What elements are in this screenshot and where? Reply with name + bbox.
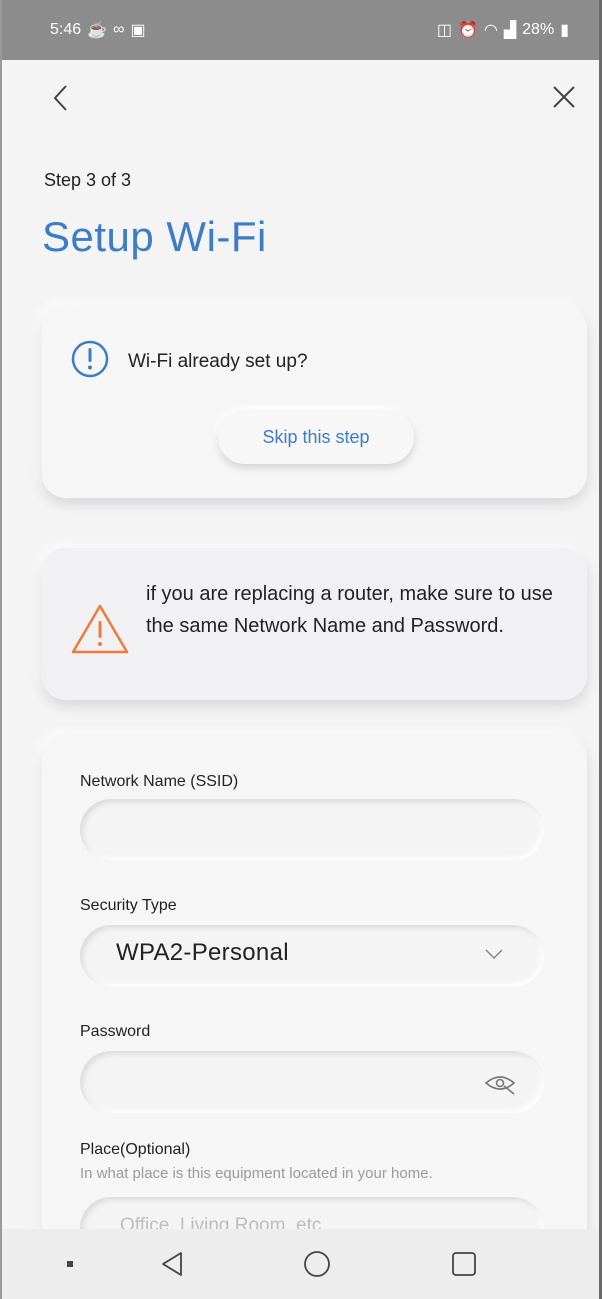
signal-icon: ▟ bbox=[503, 22, 517, 39]
eye-hidden-icon[interactable] bbox=[484, 1073, 516, 1095]
password-input[interactable] bbox=[80, 1051, 544, 1113]
security-type-value: WPA2-Personal bbox=[116, 939, 289, 966]
security-type-label: Security Type bbox=[80, 897, 177, 914]
battery-icon: ▮ bbox=[560, 22, 569, 39]
ssid-input[interactable] bbox=[80, 799, 544, 861]
page-title: Setup Wi-Fi bbox=[42, 213, 267, 260]
status-time: 5:46 bbox=[50, 21, 82, 38]
router-warning-text: if you are replacing a router, make sure… bbox=[146, 583, 553, 637]
security-type-select[interactable]: WPA2-Personal bbox=[80, 925, 544, 987]
system-nav-bar bbox=[2, 1229, 599, 1299]
router-warning-card: if you are replacing a router, make sure… bbox=[42, 548, 587, 700]
password-label: Password bbox=[80, 1023, 151, 1040]
info-icon bbox=[70, 339, 110, 379]
wifi-setup-info-card: Wi-Fi already set up? Skip this step bbox=[42, 305, 587, 498]
status-bar: 5:46 ☕ ∞ ▣ ◫ ⏰ ◠ ▟ 28% ▮ bbox=[2, 0, 599, 60]
voicemail-icon: ∞ bbox=[113, 21, 125, 38]
nav-menu-dot bbox=[60, 1229, 80, 1299]
notification-icon: ☕ bbox=[87, 22, 108, 39]
chevron-down-icon bbox=[484, 947, 504, 961]
place-hint: In what place is this equipment located … bbox=[80, 1165, 433, 1182]
back-arrow-icon[interactable] bbox=[46, 78, 76, 118]
ssid-label: Network Name (SSID) bbox=[80, 773, 239, 790]
alarm-icon: ⏰ bbox=[457, 22, 478, 39]
skip-step-button[interactable]: Skip this step bbox=[218, 410, 414, 464]
vibrate-icon: ◫ bbox=[436, 22, 452, 39]
wifi-icon: ◠ bbox=[483, 22, 498, 39]
phone-screen: 5:46 ☕ ∞ ▣ ◫ ⏰ ◠ ▟ 28% ▮ Step 3 of 3 Set… bbox=[0, 0, 602, 1299]
wifi-setup-question: Wi-Fi already set up? bbox=[128, 351, 308, 372]
wifi-form-card: Network Name (SSID) Security Type WPA2-P… bbox=[42, 735, 587, 1295]
top-nav bbox=[2, 78, 599, 118]
step-indicator: Step 3 of 3 bbox=[44, 170, 132, 190]
warning-icon bbox=[70, 603, 130, 655]
nav-recents-icon[interactable] bbox=[444, 1229, 484, 1299]
close-icon[interactable] bbox=[549, 78, 579, 118]
nav-home-icon[interactable] bbox=[297, 1229, 337, 1299]
screenshot-icon: ▣ bbox=[130, 22, 146, 39]
battery-percent: 28% bbox=[522, 21, 555, 38]
place-label: Place(Optional) bbox=[80, 1141, 191, 1158]
nav-back-icon[interactable] bbox=[152, 1229, 192, 1299]
